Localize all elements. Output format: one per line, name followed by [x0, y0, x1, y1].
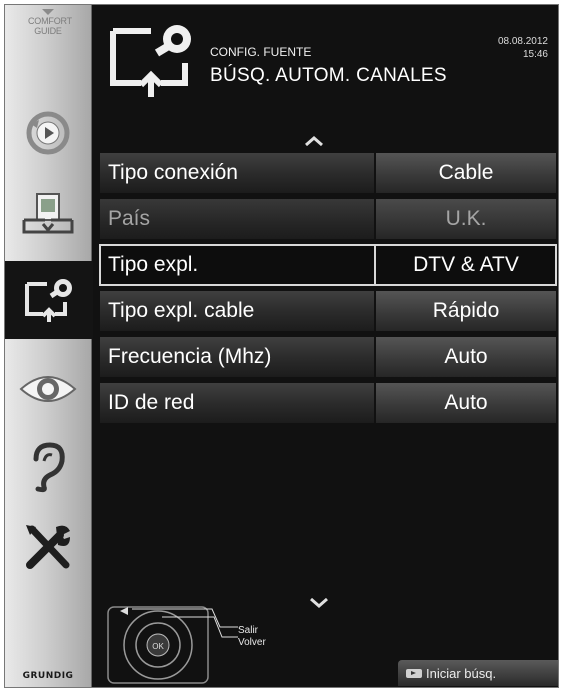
- header-icon: [105, 17, 199, 106]
- eye-icon: [19, 376, 77, 402]
- red-key-icon: [406, 668, 422, 678]
- settings-list: Tipo conexión Cable País U.K. Tipo expl.…: [99, 153, 557, 429]
- back-label: Volver: [238, 637, 266, 648]
- row-value: U.K.: [376, 199, 556, 239]
- datetime: 08.08.2012 15:46: [498, 35, 548, 61]
- row-tipo-expl[interactable]: Tipo expl. DTV & ATV: [99, 244, 557, 286]
- remote-hint-labels: Salir Volver: [238, 625, 266, 649]
- row-value[interactable]: Auto: [376, 337, 556, 377]
- time-label: 15:46: [522, 49, 548, 60]
- brand-logo: GRUNDIG: [22, 671, 74, 681]
- row-tipo-expl-cable[interactable]: Tipo expl. cable Rápido: [100, 291, 556, 331]
- source-config-icon: [25, 279, 72, 322]
- remote-control-hint: OK: [102, 601, 242, 692]
- row-label: Tipo expl. cable: [100, 291, 374, 331]
- row-value[interactable]: DTV & ATV: [374, 245, 556, 285]
- row-frecuencia[interactable]: Frecuencia (Mhz) Auto: [100, 337, 556, 377]
- header-subtitle: CONFIG. FUENTE: [210, 45, 312, 59]
- row-id-de-red[interactable]: ID de red Auto: [100, 383, 556, 423]
- row-pais: País U.K.: [100, 199, 556, 239]
- sidebar-item-settings[interactable]: [5, 517, 91, 577]
- row-label: Tipo expl.: [100, 245, 374, 285]
- date-label: 08.08.2012: [497, 36, 548, 47]
- exit-label: Salir: [238, 625, 259, 636]
- row-label: Tipo conexión: [100, 153, 374, 193]
- row-label: País: [100, 199, 374, 239]
- comfort-guide[interactable]: COMFORT GUIDE: [5, 9, 91, 36]
- sidebar-item-source-config[interactable]: [5, 261, 93, 339]
- scroll-down-icon[interactable]: [309, 595, 329, 613]
- start-search-button[interactable]: Iniciar búsq.: [398, 660, 558, 686]
- row-value[interactable]: Cable: [376, 153, 556, 193]
- sidebar-item-picture[interactable]: [5, 359, 91, 419]
- row-value[interactable]: Auto: [376, 383, 556, 423]
- comfort-guide-label: COMFORT GUIDE: [28, 16, 72, 36]
- sidebar-item-media[interactable]: [5, 183, 91, 243]
- tv-menu-frame: COMFORT GUIDE GRUNDIG CONFIG. FUENTE BÚS…: [4, 4, 559, 688]
- media-icon: [22, 193, 74, 234]
- row-label: Frecuencia (Mhz): [100, 337, 374, 377]
- sidebar-item-sound[interactable]: [5, 437, 91, 497]
- ear-icon: [33, 442, 65, 493]
- source-icon: [26, 111, 70, 155]
- tools-icon: [26, 525, 70, 569]
- row-label: ID de red: [100, 383, 374, 423]
- triangle-down-icon: [42, 9, 54, 15]
- scroll-up-icon[interactable]: [304, 133, 324, 151]
- sidebar: COMFORT GUIDE GRUNDIG: [5, 5, 93, 687]
- sidebar-item-source[interactable]: [5, 103, 91, 163]
- start-search-label: Iniciar búsq.: [426, 665, 497, 681]
- row-tipo-conexion[interactable]: Tipo conexión Cable: [100, 153, 556, 193]
- ok-label: OK: [152, 642, 164, 651]
- row-value[interactable]: Rápido: [376, 291, 556, 331]
- source-config-icon: [110, 25, 191, 97]
- remote-dpad-icon: OK: [107, 606, 238, 684]
- page-title: BÚSQ. AUTOM. CANALES: [210, 65, 447, 86]
